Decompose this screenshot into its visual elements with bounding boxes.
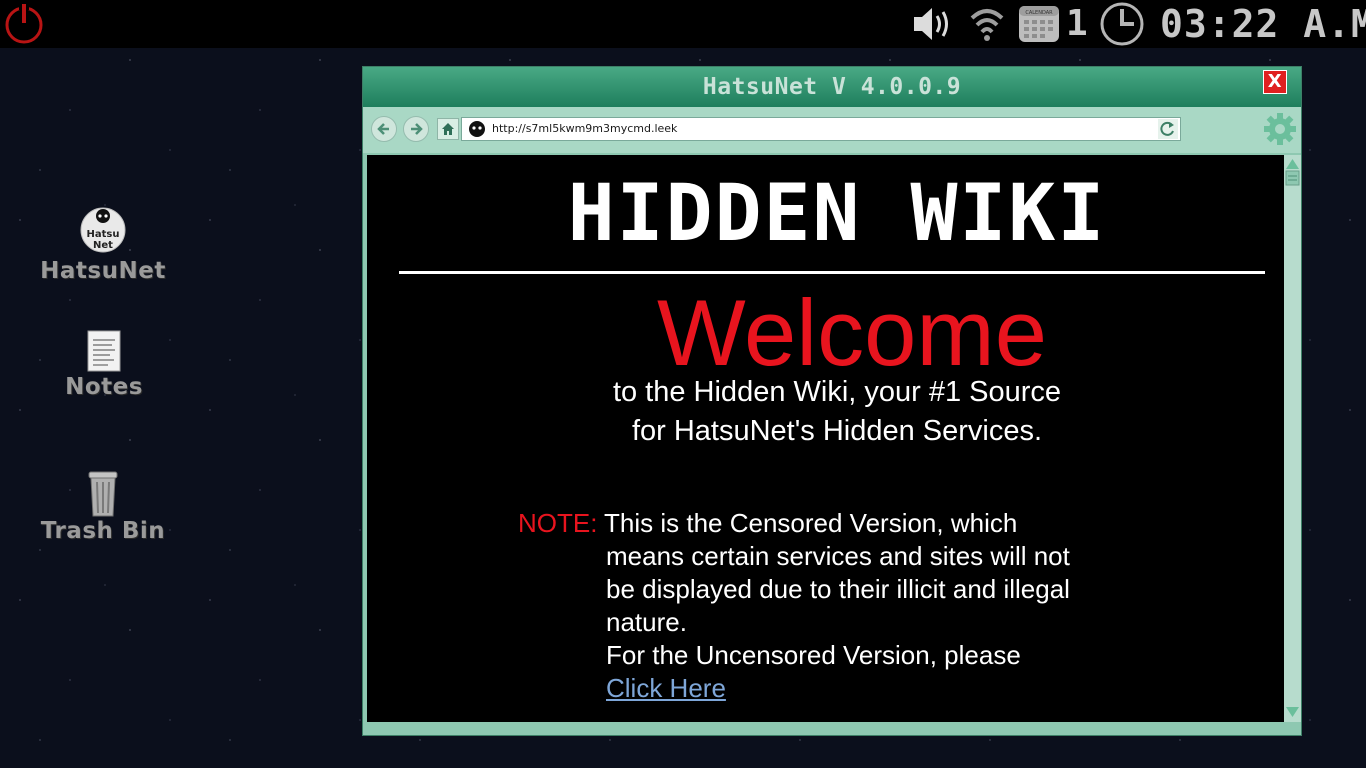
svg-text:Hatsu: Hatsu — [87, 229, 120, 240]
intro-text: to the Hidden Wiki, your #1 Source for H… — [367, 373, 1284, 451]
desktop-icon-hatsunet[interactable]: Hatsu Net HatsuNet — [33, 206, 173, 284]
heading-divider — [399, 271, 1265, 274]
power-button[interactable] — [0, 0, 48, 48]
volume-button[interactable] — [910, 0, 956, 48]
calendar-icon-label: CALENDAR — [1025, 10, 1053, 16]
note-line: nature. — [606, 607, 687, 637]
url-bar[interactable]: http://s7ml5kwm9m3mycmd.leek — [461, 117, 1181, 141]
calendar-count: 1 — [1066, 3, 1088, 44]
calendar-button[interactable]: CALENDAR — [1016, 0, 1062, 48]
note-line: For the Uncensored Version, please — [606, 640, 1021, 670]
intro-line: for HatsuNet's Hidden Services. — [631, 415, 1043, 447]
hatsunet-logo-icon: Hatsu Net — [80, 207, 126, 253]
forward-button[interactable] — [403, 116, 429, 142]
refresh-icon[interactable] — [1158, 119, 1178, 139]
gear-icon — [1264, 113, 1296, 145]
trash-bin-icon — [88, 471, 118, 517]
window-title: HatsuNet V 4.0.0.9 — [702, 74, 962, 100]
back-button[interactable] — [371, 116, 397, 142]
clock-time: 03:22 A.M. — [1160, 2, 1366, 46]
desktop-icon-trash-bin[interactable]: Trash Bin — [33, 470, 173, 544]
web-page-content: HIDDEN WIKI Welcome to the Hidden Wiki, … — [367, 155, 1284, 722]
intro-line: to the Hidden Wiki, your #1 Source — [612, 376, 1062, 408]
page-heading: HIDDEN WIKI — [567, 169, 1107, 259]
wifi-button[interactable] — [968, 0, 1006, 48]
note-line: be displayed due to their illicit and il… — [606, 574, 1070, 604]
desktop-icon-label: HatsuNet — [40, 258, 166, 284]
desktop-icon-label: Trash Bin — [40, 518, 166, 544]
calendar-icon: CALENDAR — [1019, 6, 1059, 42]
svg-text:Net: Net — [93, 240, 113, 251]
notes-document-icon — [87, 330, 121, 372]
clock-button[interactable] — [1098, 0, 1146, 48]
home-button[interactable] — [437, 118, 459, 140]
settings-button[interactable] — [1263, 112, 1297, 150]
top-taskbar: CALENDAR 1 03:22 A.M. — [0, 0, 1366, 48]
desktop-icon-label: Notes — [65, 374, 143, 400]
home-icon — [442, 123, 454, 135]
window-titlebar[interactable]: HatsuNet V 4.0.0.9 X — [363, 67, 1301, 107]
forward-arrow-icon — [411, 123, 423, 135]
note-line: This is the Censored Version, which — [604, 508, 1018, 538]
vertical-scrollbar[interactable] — [1284, 155, 1301, 722]
scrollbar-track — [1284, 155, 1301, 722]
note-label: NOTE: — [518, 508, 598, 538]
browser-toolbar: http://s7ml5kwm9m3mycmd.leek — [363, 107, 1301, 153]
close-button[interactable]: X — [1263, 70, 1287, 94]
uncensored-link[interactable]: Click Here — [606, 673, 726, 703]
speaker-icon — [914, 8, 948, 40]
power-icon — [5, 4, 43, 44]
site-favicon-icon — [469, 121, 485, 137]
browser-window: HatsuNet V 4.0.0.9 X http://s7ml5kwm9m3m… — [362, 66, 1302, 736]
wifi-icon — [970, 9, 1004, 41]
window-bottom-border — [363, 722, 1301, 735]
url-text: http://s7ml5kwm9m3mycmd.leek — [492, 122, 678, 135]
note-body: This is the Censored Version, which mean… — [604, 507, 1106, 705]
scroll-thumb — [1285, 170, 1300, 186]
back-arrow-icon — [377, 123, 389, 135]
desktop-icon-notes[interactable]: Notes — [34, 330, 174, 400]
clock-icon — [1100, 2, 1144, 46]
note-line: means certain services and sites will no… — [606, 541, 1070, 571]
